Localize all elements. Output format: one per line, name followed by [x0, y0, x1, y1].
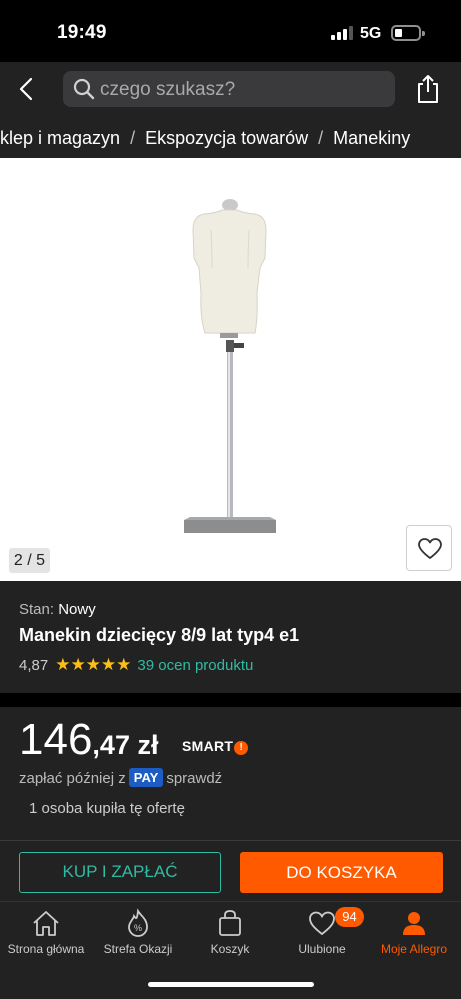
- add-to-cart-button[interactable]: DO KOSZYKA: [240, 852, 443, 893]
- share-icon: [418, 75, 438, 103]
- heart-icon: [418, 538, 442, 559]
- star-rating-icon: ★★★★★: [55, 655, 132, 674]
- rating-count-link[interactable]: 39 ocen produktu: [137, 657, 253, 674]
- status-bar: 19:49 5G: [0, 0, 461, 62]
- price: 146,47 zł: [19, 715, 158, 765]
- smart-label: SMART: [182, 738, 234, 754]
- paylater-check-link[interactable]: sprawdź: [166, 770, 222, 787]
- condition-label: Stan:: [19, 601, 55, 618]
- tab-label: Strefa Okazji: [103, 942, 173, 956]
- tab-my-allegro[interactable]: Moje Allegro: [368, 908, 460, 956]
- price-section: 146,47 zł SMART! zapłać później z PAY spra…: [0, 707, 461, 840]
- divider: [0, 693, 461, 707]
- tab-label: Ulubione: [298, 942, 346, 956]
- network-type: 5G: [360, 25, 382, 42]
- product-title: Manekin dziecięcy 8/9 lat typ4 e1: [19, 625, 300, 645]
- search-icon: [73, 78, 95, 100]
- signal-icon: [331, 26, 353, 40]
- condition: Stan: Nowy: [19, 601, 96, 618]
- product-info: Stan: Nowy Manekin dziecięcy 8/9 lat typ…: [0, 581, 461, 693]
- pay-badge: PAY: [128, 768, 164, 787]
- tab-cart[interactable]: Koszyk: [184, 908, 276, 956]
- chevron-left-icon: [19, 77, 33, 101]
- favorites-count-badge: 94: [335, 907, 364, 927]
- action-bar: KUP I ZAPŁAĆ DO KOSZYKA: [0, 840, 461, 901]
- price-whole: 146: [19, 715, 93, 764]
- deals-icon: %: [128, 908, 148, 937]
- search-input[interactable]: czego szukasz?: [63, 71, 395, 107]
- paylater-prefix: zapłać później z: [19, 770, 126, 787]
- share-button[interactable]: [414, 73, 442, 105]
- svg-text:%: %: [134, 923, 142, 933]
- heart-icon: [309, 911, 335, 936]
- smart-badge: SMART!: [182, 738, 249, 755]
- image-counter: 2 / 5: [9, 548, 50, 573]
- status-time: 19:49: [57, 22, 107, 43]
- battery-icon: [391, 25, 425, 41]
- tab-label: Strona główna: [7, 942, 85, 956]
- top-bar: czego szukasz?: [0, 62, 461, 118]
- favorite-button[interactable]: [406, 525, 452, 571]
- tab-home[interactable]: Strona główna: [0, 908, 92, 956]
- user-icon: [403, 912, 425, 935]
- home-icon: [33, 911, 59, 936]
- smart-icon: !: [234, 741, 249, 755]
- search-placeholder: czego szukasz?: [100, 79, 236, 100]
- breadcrumb: klep i magazyn / Ekspozycja towarów / Maneki…: [0, 118, 461, 158]
- cart-icon: [219, 910, 241, 936]
- pay-later[interactable]: zapłać później z PAY sprawdź: [19, 768, 222, 787]
- buy-now-button[interactable]: KUP I ZAPŁAĆ: [19, 852, 221, 893]
- home-indicator: [148, 982, 314, 987]
- product-image: [184, 199, 276, 533]
- price-fraction: ,47 zł: [92, 730, 159, 760]
- back-button[interactable]: [14, 74, 40, 104]
- breadcrumb-item[interactable]: Ekspozycja towarów: [145, 128, 308, 148]
- rating-score: 4,87: [19, 656, 49, 674]
- rating[interactable]: 4,87 ★★★★★ 39 ocen produktu: [19, 655, 253, 675]
- bought-count: 1 osoba kupiła tę ofertę: [29, 800, 185, 817]
- tab-label: Koszyk: [210, 942, 250, 956]
- tab-deals[interactable]: % Strefa Okazji: [92, 908, 184, 956]
- product-gallery[interactable]: 2 / 5: [0, 158, 461, 581]
- tab-label: Moje Allegro: [380, 942, 448, 956]
- breadcrumb-item[interactable]: klep i magazyn: [0, 128, 120, 148]
- condition-value: Nowy: [58, 601, 96, 618]
- breadcrumb-item[interactable]: Manekiny: [333, 128, 410, 148]
